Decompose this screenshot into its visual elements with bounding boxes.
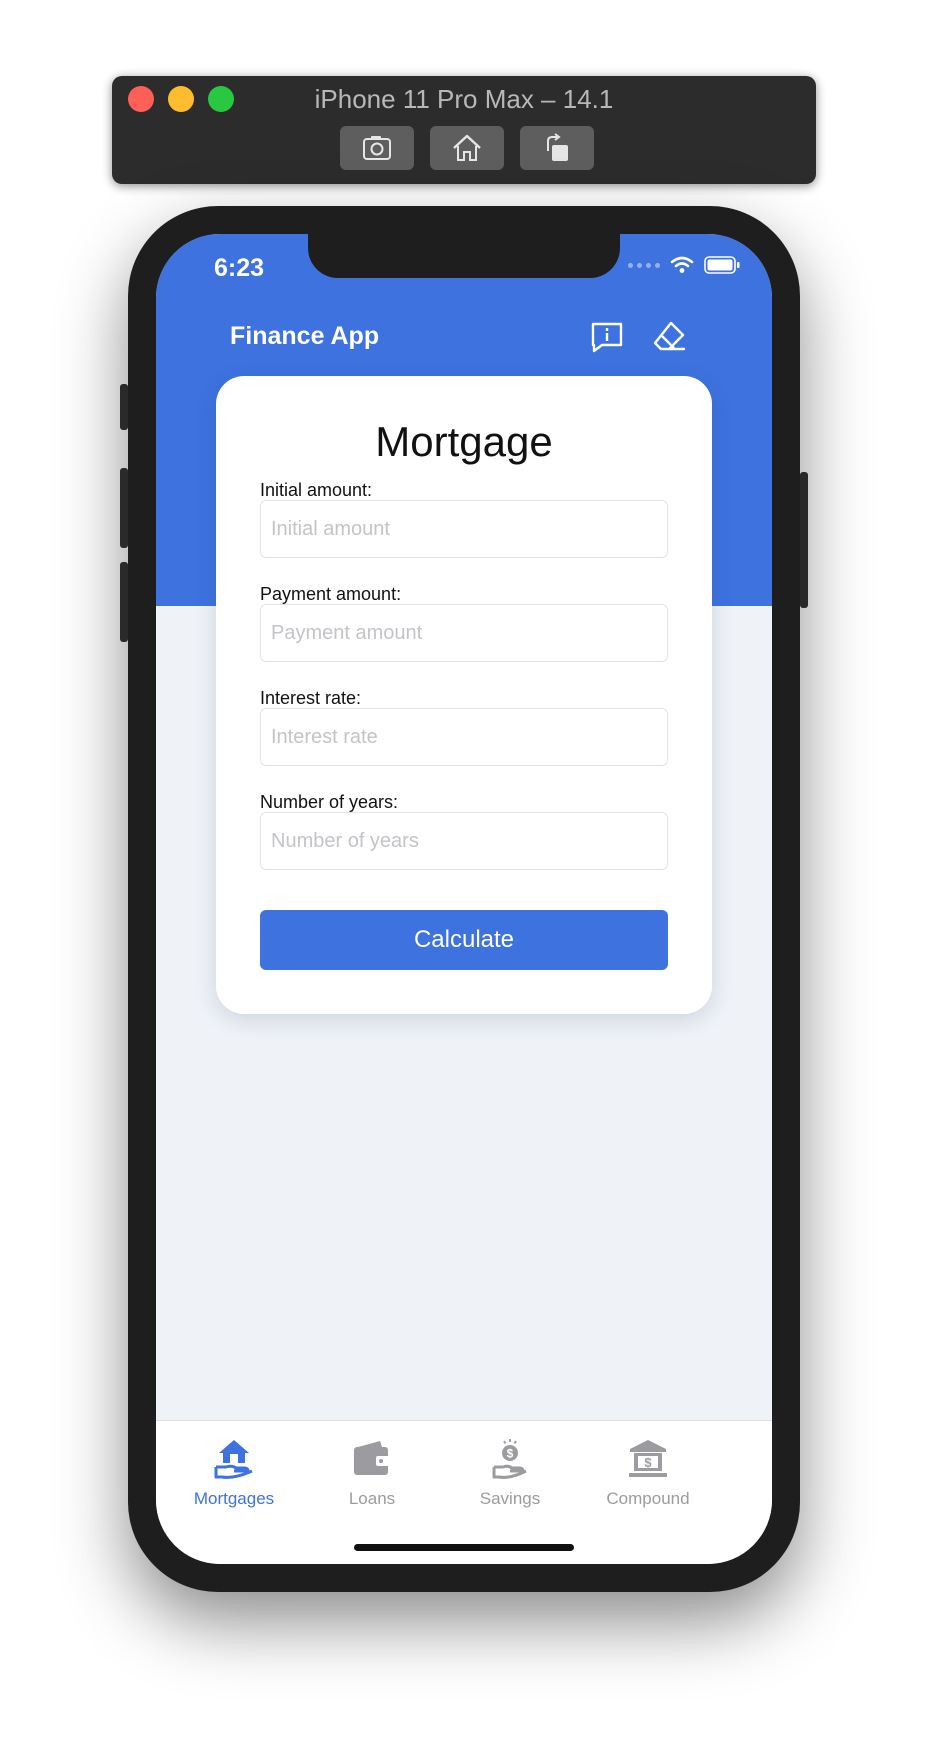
form-title: Mortgage	[375, 418, 553, 465]
svg-text:$: $	[644, 1455, 652, 1470]
app-title: Finance App	[230, 322, 380, 350]
coin-hand-icon: $	[492, 1439, 527, 1479]
wifi-icon	[670, 256, 694, 273]
payment-amount-input[interactable]	[260, 604, 668, 662]
eraser-icon[interactable]	[650, 318, 688, 356]
phone-screen: 6:23 Finance App Mortgage Initial amount…	[156, 234, 772, 1564]
tab-compound[interactable]: $ Compound	[578, 1437, 718, 1509]
home-button[interactable]	[430, 126, 504, 170]
rotate-button[interactable]	[520, 126, 594, 170]
number-of-years-label: Number of years:	[260, 792, 399, 812]
bank-icon: $	[629, 1440, 667, 1477]
iphone-frame: 6:23 Finance App Mortgage Initial amount…	[120, 206, 808, 1592]
simulator-title: iPhone 11 Pro Max – 14.1	[314, 84, 614, 114]
screenshot-icon	[363, 136, 391, 160]
battery-icon	[704, 256, 740, 274]
tab-bar: Mortgages Loans $ Savings $ Compound	[156, 1420, 772, 1564]
initial-amount-input[interactable]	[260, 500, 668, 558]
volume-down-button	[120, 562, 128, 642]
interest-rate-label: Interest rate:	[260, 688, 362, 708]
tab-label-mortgages: Mortgages	[193, 1489, 275, 1508]
calculate-button[interactable]: Calculate	[260, 910, 668, 970]
volume-up-button	[120, 468, 128, 548]
tab-loans[interactable]: Loans	[302, 1437, 442, 1509]
mortgage-form-card: Mortgage Initial amount: Payment amount:…	[216, 376, 712, 1014]
tab-label-compound: Compound	[606, 1489, 690, 1508]
interest-rate-input[interactable]	[260, 708, 668, 766]
home-icon	[453, 134, 481, 161]
number-of-years-input[interactable]	[260, 812, 668, 870]
tab-savings[interactable]: $ Savings	[440, 1437, 580, 1509]
power-button	[800, 472, 808, 608]
status-icons	[628, 256, 740, 274]
tab-mortgages[interactable]: Mortgages	[164, 1437, 304, 1509]
tab-label-savings: Savings	[479, 1489, 541, 1508]
feedback-icon[interactable]	[588, 318, 626, 356]
initial-amount-label: Initial amount:	[260, 480, 373, 500]
tab-label-loans: Loans	[348, 1489, 396, 1508]
notch	[308, 234, 620, 278]
rotate-icon	[547, 133, 568, 161]
status-time: 6:23	[214, 254, 265, 282]
svg-text:$: $	[507, 1447, 514, 1461]
house-hand-icon	[214, 1440, 253, 1479]
payment-amount-label: Payment amount:	[260, 584, 402, 604]
simulator-toolbar: iPhone 11 Pro Max – 14.1	[112, 76, 816, 184]
cellular-signal-icon	[628, 262, 660, 268]
wallet-icon	[354, 1441, 390, 1475]
mute-switch	[120, 384, 128, 430]
screenshot-button[interactable]	[340, 126, 414, 170]
home-indicator[interactable]	[354, 1544, 574, 1551]
